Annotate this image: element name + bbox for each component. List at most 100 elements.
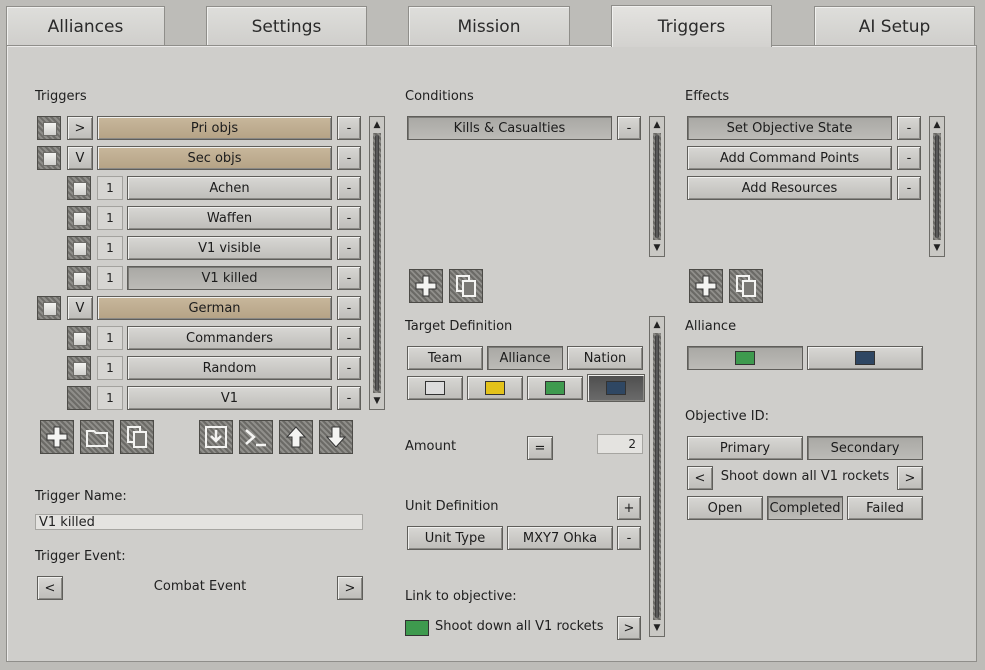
scroll-up-icon[interactable]: ▲ (930, 118, 944, 132)
import-button[interactable] (199, 420, 233, 454)
expand-toggle-button[interactable]: > (67, 116, 93, 140)
trigger-enable-checkbox[interactable] (67, 326, 91, 350)
trigger-enable-checkbox[interactable] (37, 116, 61, 140)
color-green-button[interactable] (527, 376, 583, 400)
remove-effect-button[interactable]: - (897, 116, 921, 140)
state-open-button[interactable]: Open (687, 496, 763, 520)
scroll-up-icon[interactable]: ▲ (370, 118, 384, 132)
remove-trigger-button[interactable]: - (337, 386, 361, 410)
trigger-enable-checkbox[interactable] (37, 296, 61, 320)
expand-toggle-button[interactable]: V (67, 296, 93, 320)
target-team-button[interactable]: Team (407, 346, 483, 370)
unit-type-button[interactable]: Unit Type (407, 526, 503, 550)
remove-trigger-button[interactable]: - (337, 176, 361, 200)
remove-trigger-button[interactable]: - (337, 116, 361, 140)
objective-secondary-button[interactable]: Secondary (807, 436, 923, 460)
state-completed-button-selected[interactable]: Completed (767, 496, 843, 520)
trigger-item-button[interactable]: Commanders (127, 326, 332, 350)
remove-trigger-button[interactable]: - (337, 236, 361, 260)
trigger-enable-checkbox[interactable] (67, 176, 91, 200)
effects-scrollbar[interactable]: ▲ ▼ (929, 116, 945, 257)
scroll-thumb[interactable] (655, 135, 659, 238)
move-down-button[interactable] (319, 420, 353, 454)
trigger-enable-checkbox[interactable] (67, 356, 91, 380)
scroll-thumb[interactable] (655, 335, 659, 618)
objective-prev-button[interactable]: < (687, 466, 713, 490)
amount-input[interactable]: 2 (597, 434, 643, 454)
tab-ai-setup[interactable]: AI Setup (814, 6, 975, 46)
remove-condition-button[interactable]: - (617, 116, 641, 140)
effect-item-button-selected[interactable]: Set Objective State (687, 116, 892, 140)
trigger-enable-checkbox[interactable] (67, 206, 91, 230)
color-white-button[interactable] (407, 376, 463, 400)
color-blue-button-selected[interactable] (587, 374, 645, 402)
remove-trigger-button[interactable]: - (337, 266, 361, 290)
move-up-button[interactable] (279, 420, 313, 454)
trigger-item-button[interactable]: V1 visible (127, 236, 332, 260)
tab-mission[interactable]: Mission (408, 6, 570, 46)
event-prev-button[interactable]: < (37, 576, 63, 600)
remove-trigger-button[interactable]: - (337, 146, 361, 170)
trigger-item-button-selected[interactable]: V1 killed (127, 266, 332, 290)
alliance-blue-button[interactable] (807, 346, 923, 370)
expand-toggle-button[interactable]: V (67, 146, 93, 170)
duplicate-effect-button[interactable] (729, 269, 763, 303)
remove-trigger-button[interactable]: - (337, 206, 361, 230)
trigger-name-input[interactable]: V1 killed (35, 514, 363, 530)
scroll-up-icon[interactable]: ▲ (650, 318, 664, 332)
event-next-button[interactable]: > (337, 576, 363, 600)
script-button[interactable] (239, 420, 273, 454)
tab-triggers[interactable]: Triggers (611, 5, 772, 47)
trigger-enable-checkbox[interactable] (37, 146, 61, 170)
scroll-up-icon[interactable]: ▲ (650, 118, 664, 132)
scroll-down-icon[interactable]: ▼ (370, 394, 384, 408)
trigger-enable-checkbox[interactable] (67, 236, 91, 260)
remove-effect-button[interactable]: - (897, 176, 921, 200)
add-folder-button[interactable] (80, 420, 114, 454)
objective-primary-button[interactable]: Primary (687, 436, 803, 460)
condition-item-button[interactable]: Kills & Casualties (407, 116, 612, 140)
scroll-thumb[interactable] (935, 135, 939, 238)
duplicate-trigger-button[interactable] (120, 420, 154, 454)
trigger-group-button[interactable]: Sec objs (97, 146, 332, 170)
trigger-enable-checkbox[interactable] (67, 386, 91, 410)
amount-operator-button[interactable]: = (527, 436, 553, 460)
add-condition-button[interactable] (409, 269, 443, 303)
remove-trigger-button[interactable]: - (337, 326, 361, 350)
trigger-enable-checkbox[interactable] (67, 266, 91, 290)
alliance-green-button-selected[interactable] (687, 346, 803, 370)
trigger-group-button[interactable]: Pri objs (97, 116, 332, 140)
trigger-item-button[interactable]: Waffen (127, 206, 332, 230)
trigger-group-button[interactable]: German (97, 296, 332, 320)
add-trigger-button[interactable] (40, 420, 74, 454)
tab-settings[interactable]: Settings (206, 6, 367, 46)
conditions-scrollbar[interactable]: ▲ ▼ (649, 116, 665, 257)
tab-label: Alliances (47, 16, 124, 37)
target-nation-button[interactable]: Nation (567, 346, 643, 370)
remove-trigger-button[interactable]: - (337, 356, 361, 380)
effect-item-button[interactable]: Add Command Points (687, 146, 892, 170)
duplicate-condition-button[interactable] (449, 269, 483, 303)
remove-unit-button[interactable]: - (617, 526, 641, 550)
scroll-down-icon[interactable]: ▼ (650, 241, 664, 255)
target-alliance-button[interactable]: Alliance (487, 346, 563, 370)
add-unit-button[interactable]: + (617, 496, 641, 520)
remove-effect-button[interactable]: - (897, 146, 921, 170)
condition-details-scrollbar[interactable]: ▲ ▼ (649, 316, 665, 637)
effect-item-button[interactable]: Add Resources (687, 176, 892, 200)
trigger-item-button[interactable]: V1 (127, 386, 332, 410)
add-effect-button[interactable] (689, 269, 723, 303)
trigger-item-button[interactable]: Achen (127, 176, 332, 200)
trigger-item-button[interactable]: Random (127, 356, 332, 380)
remove-trigger-button[interactable]: - (337, 296, 361, 320)
triggers-scrollbar[interactable]: ▲ ▼ (369, 116, 385, 410)
tab-alliances[interactable]: Alliances (6, 6, 165, 46)
scroll-down-icon[interactable]: ▼ (930, 241, 944, 255)
state-failed-button[interactable]: Failed (847, 496, 923, 520)
link-objective-next-button[interactable]: > (617, 616, 641, 640)
color-yellow-button[interactable] (467, 376, 523, 400)
objective-next-button[interactable]: > (897, 466, 923, 490)
scroll-thumb[interactable] (375, 135, 379, 391)
scroll-down-icon[interactable]: ▼ (650, 621, 664, 635)
unit-value-button[interactable]: MXY7 Ohka (507, 526, 613, 550)
